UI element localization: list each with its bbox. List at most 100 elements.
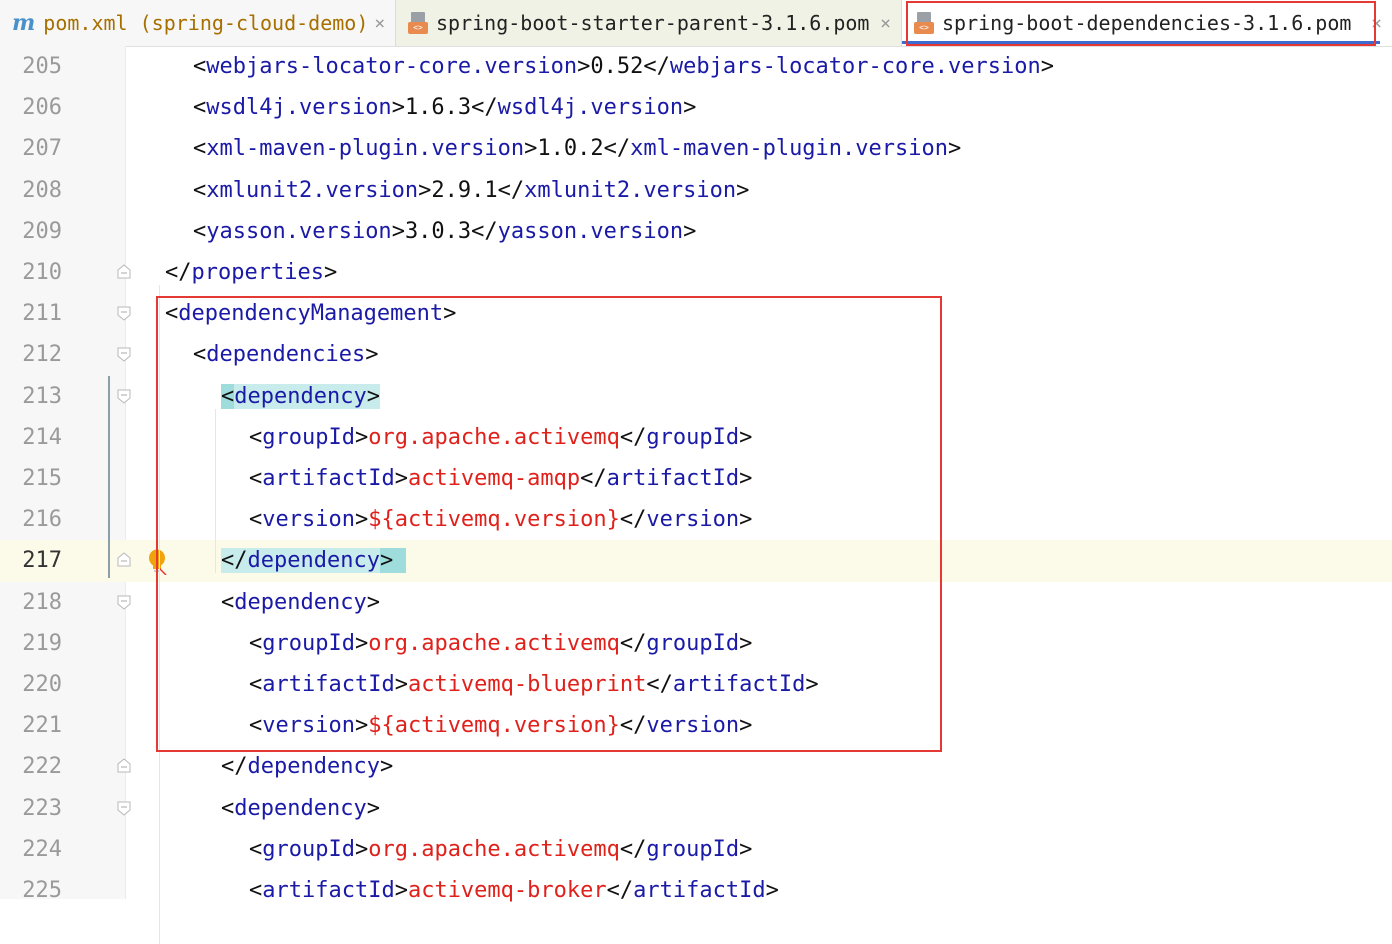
- xml-tag-name: version: [646, 507, 740, 533]
- code-token: >: [354, 713, 369, 739]
- code-line[interactable]: 222 </dependency>: [0, 746, 1392, 787]
- xml-tag-name: groupId: [262, 836, 355, 862]
- code-line[interactable]: 211 <dependencyManagement>: [0, 293, 1392, 334]
- code-token: >: [366, 795, 380, 821]
- fold-open-icon[interactable]: [116, 594, 132, 610]
- code-token: >: [365, 342, 379, 368]
- xml-tag-name: artifactId: [262, 878, 395, 903]
- code-text: <dependency>: [221, 582, 380, 623]
- code-line[interactable]: 212 <dependencies>: [0, 334, 1392, 375]
- code-text: <yasson.version>3.0.3</yasson.version>: [193, 211, 696, 252]
- pom-file-icon: <>: [914, 12, 934, 34]
- code-text: </dependency>: [221, 540, 407, 581]
- xml-tag-name: artifactId: [672, 672, 806, 697]
- code-line[interactable]: 225 <artifactId>activemq-broker</artifact…: [0, 870, 1392, 911]
- code-token: </: [165, 260, 192, 285]
- xml-tag-name: wsdl4j.version: [497, 95, 684, 121]
- xml-tag-name: version: [646, 713, 740, 739]
- tab-starter-parent-pom[interactable]: <> spring-boot-starter-parent-3.1.6.pom …: [396, 0, 902, 46]
- code-token: >: [394, 672, 408, 697]
- code-token: <: [249, 630, 263, 656]
- line-number: 211: [22, 301, 62, 327]
- code-token: >: [739, 630, 753, 656]
- close-icon[interactable]: ×: [1365, 13, 1382, 34]
- code-line[interactable]: 206 <wsdl4j.version>1.6.3</wsdl4j.version…: [0, 87, 1392, 128]
- code-token: </: [619, 424, 647, 450]
- code-token: </: [619, 630, 647, 656]
- code-line[interactable]: 217 </dependency>: [0, 540, 1392, 582]
- xml-tag-name: xmlunit2.version: [206, 177, 419, 203]
- code-line[interactable]: 215 <artifactId>activemq-amqp</artifactId…: [0, 458, 1392, 499]
- code-line[interactable]: 210 </properties>: [0, 252, 1392, 293]
- code-token: <: [249, 672, 263, 697]
- fold-close-icon[interactable]: [116, 758, 132, 774]
- xml-value: org.apache.activemq: [368, 630, 620, 656]
- code-token: >: [739, 507, 753, 533]
- code-line[interactable]: 216 <version>${activemq.version}</version…: [0, 499, 1392, 540]
- xml-value: org.apache.activemq: [368, 836, 620, 862]
- code-line[interactable]: 208 <xmlunit2.version>2.9.1</xmlunit2.ver…: [0, 170, 1392, 211]
- code-line[interactable]: 224 <groupId>org.apache.activemq</groupId…: [0, 829, 1392, 870]
- code-line[interactable]: 214 <groupId>org.apache.activemq</groupId…: [0, 417, 1392, 458]
- xml-tag-name: artifactId: [633, 878, 766, 903]
- tab-label: spring-boot-starter-parent-3.1.6.pom: [436, 11, 870, 35]
- code-line[interactable]: 207 <xml-maven-plugin.version>1.0.2</xml-…: [0, 128, 1392, 169]
- code-line[interactable]: 220 <artifactId>activemq-blueprint</artif…: [0, 664, 1392, 705]
- fold-open-icon[interactable]: [116, 800, 132, 816]
- code-token: </: [619, 713, 647, 739]
- code-line[interactable]: 209 <yasson.version>3.0.3</yasson.version…: [0, 211, 1392, 252]
- line-number: 215: [22, 466, 62, 491]
- code-line[interactable]: 205 <webjars-locator-core.version>0.52</w…: [0, 46, 1392, 87]
- close-icon[interactable]: ×: [368, 13, 385, 34]
- code-token: <: [249, 878, 263, 903]
- code-token: </: [221, 754, 248, 780]
- line-number: 217: [22, 548, 62, 574]
- tab-dependencies-pom[interactable]: <> spring-boot-dependencies-3.1.6.pom ×: [902, 0, 1392, 46]
- code-line[interactable]: 219 <groupId>org.apache.activemq</groupId…: [0, 623, 1392, 664]
- code-line[interactable]: 223 <dependency>: [0, 788, 1392, 829]
- code-token: >: [354, 424, 369, 450]
- fold-open-icon[interactable]: [116, 305, 132, 321]
- fold-open-icon[interactable]: [116, 388, 132, 404]
- code-token: >: [354, 630, 369, 656]
- code-token: >: [354, 507, 369, 533]
- code-token: >: [739, 466, 753, 491]
- code-token: >: [394, 466, 408, 491]
- code-line[interactable]: 213 <dependency>: [0, 376, 1392, 417]
- line-number: 225: [22, 878, 62, 903]
- line-number: 213: [22, 383, 62, 409]
- code-token: </: [221, 548, 248, 574]
- code-token: 1.0.2: [537, 136, 604, 162]
- tab-pom-xml[interactable]: m pom.xml (spring-cloud-demo) ×: [0, 0, 396, 46]
- line-number: 222: [22, 754, 62, 780]
- line-number: 219: [22, 630, 62, 656]
- xml-tag-name: xml-maven-plugin.version: [630, 136, 949, 162]
- xml-tag-name: groupId: [262, 630, 355, 656]
- code-editor[interactable]: 205 <webjars-locator-core.version>0.52</w…: [0, 46, 1392, 944]
- code-line[interactable]: 218 <dependency>: [0, 582, 1392, 623]
- vcs-change-marker: [108, 375, 110, 578]
- code-token: <: [193, 342, 207, 368]
- fold-close-icon[interactable]: [116, 552, 132, 568]
- code-token: <: [193, 54, 207, 79]
- code-text: <xml-maven-plugin.version>1.0.2</xml-mav…: [193, 128, 961, 169]
- line-number: 209: [22, 218, 62, 244]
- xml-tag-name: groupId: [646, 424, 740, 450]
- code-token: 1.6.3: [404, 95, 472, 121]
- close-icon[interactable]: ×: [874, 13, 891, 34]
- fold-close-icon[interactable]: [116, 264, 132, 280]
- code-token: <: [221, 589, 235, 615]
- code-token: >: [418, 177, 432, 203]
- code-text: <groupId>org.apache.activemq</groupId>: [249, 623, 752, 664]
- code-line[interactable]: 221 <version>${activemq.version}</version…: [0, 705, 1392, 746]
- code-text: <dependency>: [221, 788, 380, 829]
- xml-tag-name: artifactId: [262, 672, 395, 697]
- code-token: >: [739, 713, 753, 739]
- code-text: <artifactId>activemq-blueprint</artifact…: [249, 664, 819, 705]
- line-number: 206: [22, 95, 62, 121]
- fold-open-icon[interactable]: [116, 346, 132, 363]
- code-token: >: [739, 836, 753, 862]
- code-text: <groupId>org.apache.activemq</groupId>: [249, 417, 752, 458]
- indent-guide: [215, 408, 216, 574]
- xml-tag-name: dependencies: [206, 342, 366, 368]
